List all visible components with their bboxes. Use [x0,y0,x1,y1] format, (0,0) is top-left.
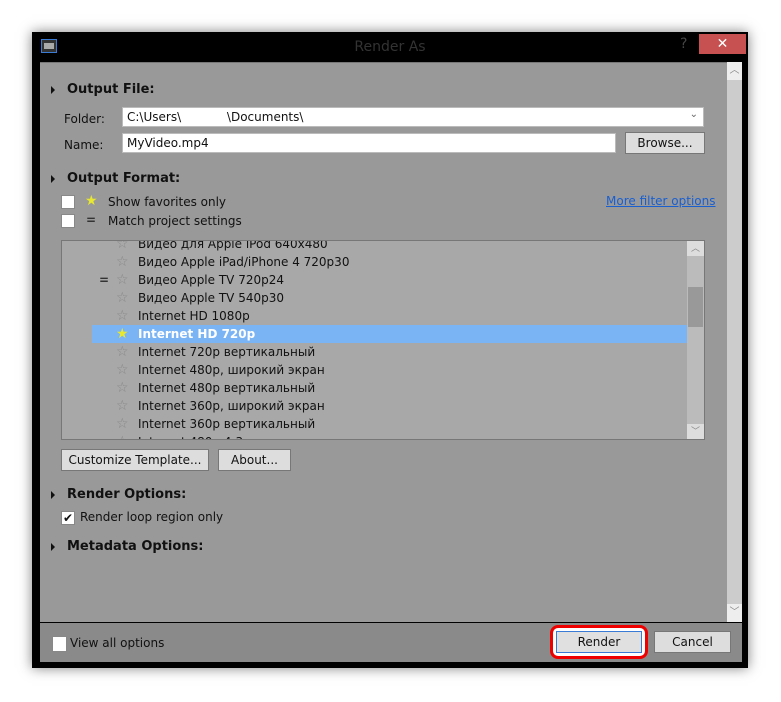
favorite-star-icon[interactable]: ☆ [116,379,129,397]
options-panel: Output File: Folder: C:\Users\ \Document… [40,62,727,622]
window-title: Render As [354,39,426,55]
equals-icon: = [86,213,97,227]
render-button[interactable]: Render [556,631,642,653]
folder-input[interactable]: C:\Users\ \Documents\ ⌄ [122,107,704,127]
chevron-down-icon[interactable]: ⌄ [690,109,698,120]
favorite-star-icon[interactable]: ★ [116,325,129,343]
list-item-label: Internet HD 1080p [138,309,250,323]
customize-template-button[interactable]: Customize Template... [61,449,209,471]
list-item[interactable]: ☆ Internet 360p вертикальный [62,415,688,433]
render-loop-label: Render loop region only [80,510,224,524]
list-item-label: Видео Apple TV 720p24 [138,273,284,287]
scroll-down-icon[interactable]: ﹀ [727,604,742,622]
list-item[interactable]: ★ Internet HD 720p [62,325,688,343]
output-format-heading: Output Format: [67,171,181,186]
folder-label: Folder: [64,112,105,126]
list-scrollbar[interactable]: ︿ ﹀ [687,241,704,439]
list-item-label: Видео Apple iPad/iPhone 4 720p30 [138,255,350,269]
view-all-options-label: View all options [70,636,165,650]
name-input[interactable]: MyVideo.mp4 [122,133,616,153]
more-filter-options-link[interactable]: More filter options [606,194,716,208]
list-item[interactable]: = ☆ Видео Apple TV 720p24 [62,271,688,289]
render-loop-checkbox[interactable]: ✔ [61,511,75,525]
list-item[interactable]: ☆ Internet 480p 4:3 [62,433,688,439]
match-project-label: Match project settings [108,214,242,228]
list-item-label: Internet 480p, широкий экран [138,363,325,377]
metadata-options-heading: Metadata Options: [67,539,204,554]
favorite-star-icon[interactable]: ☆ [116,307,129,325]
favorite-star-icon[interactable]: ☆ [116,271,129,289]
favorite-star-icon[interactable]: ☆ [116,397,129,415]
panel-scrollbar[interactable]: ︿ ﹀ [727,62,742,622]
list-item-label: Internet HD 720p [138,327,256,341]
folder-value: C:\Users\ \Documents\ [127,110,304,124]
show-favorites-label: Show favorites only [108,195,227,209]
list-item[interactable]: ☆ Видео Apple iPad/iPhone 4 720p30 [62,253,688,271]
star-icon: ★ [85,193,98,209]
output-file-heading: Output File: [67,82,155,97]
view-all-options-checkbox[interactable] [52,636,67,652]
title-bar: Render As ? ✕ [32,32,748,62]
list-item-label: Internet 360p, широкий экран [138,399,325,413]
list-item[interactable]: ☆ Internet 480p, широкий экран [62,361,688,379]
template-list[interactable]: ☆ Видео для Apple iPod 640x480 ☆ Видео Appl… [61,240,705,440]
show-favorites-checkbox[interactable] [61,195,75,209]
list-item[interactable]: ☆ Internet 360p, широкий экран [62,397,688,415]
favorite-star-icon[interactable]: ☆ [116,289,129,307]
expand-render-options-icon[interactable] [51,491,55,499]
browse-button[interactable]: Browse... [625,132,705,154]
favorite-star-icon[interactable]: ☆ [116,415,129,433]
list-item[interactable]: ☆ Видео для Apple iPod 640x480 [62,240,688,253]
list-item[interactable]: ☆ Internet 480p вертикальный [62,379,688,397]
scroll-down-icon[interactable]: ﹀ [687,424,704,439]
close-button[interactable]: ✕ [699,34,746,54]
cancel-button[interactable]: Cancel [654,631,731,653]
match-project-checkbox[interactable] [61,214,75,228]
list-item-label: Internet 480p вертикальный [138,381,316,395]
help-button[interactable]: ? [680,36,687,52]
list-item-label: Internet 720p вертикальный [138,345,316,359]
list-item[interactable]: ☆ Internet 720p вертикальный [62,343,688,361]
expand-output-file-icon[interactable] [51,86,55,94]
footer: View all options Render Cancel [40,623,742,662]
favorite-star-icon[interactable]: ☆ [116,433,129,439]
equals-icon: = [99,273,110,287]
render-as-dialog: Render As ? ✕ Output File: Folder: C:\Us… [32,32,748,668]
list-scroll-thumb[interactable] [688,287,703,327]
favorite-star-icon[interactable]: ☆ [116,241,129,253]
expand-metadata-icon[interactable] [51,543,55,551]
favorite-star-icon[interactable]: ☆ [116,343,129,361]
list-item-label: Видео для Apple iPod 640x480 [138,240,328,251]
name-label: Name: [64,138,104,152]
scroll-up-icon[interactable]: ︿ [727,62,742,80]
render-options-heading: Render Options: [67,487,187,502]
list-item[interactable]: ☆ Видео Apple TV 540p30 [62,289,688,307]
favorite-star-icon[interactable]: ☆ [116,361,129,379]
list-item-label: Internet 360p вертикальный [138,417,316,431]
list-item-label: Internet 480p 4:3 [138,433,243,439]
about-button[interactable]: About... [218,449,291,471]
scroll-up-icon[interactable]: ︿ [687,241,704,256]
list-item-label: Видео Apple TV 540p30 [138,291,284,305]
favorite-star-icon[interactable]: ☆ [116,253,129,271]
list-item[interactable]: ☆ Internet HD 1080p [62,307,688,325]
expand-output-format-icon[interactable] [51,175,55,183]
